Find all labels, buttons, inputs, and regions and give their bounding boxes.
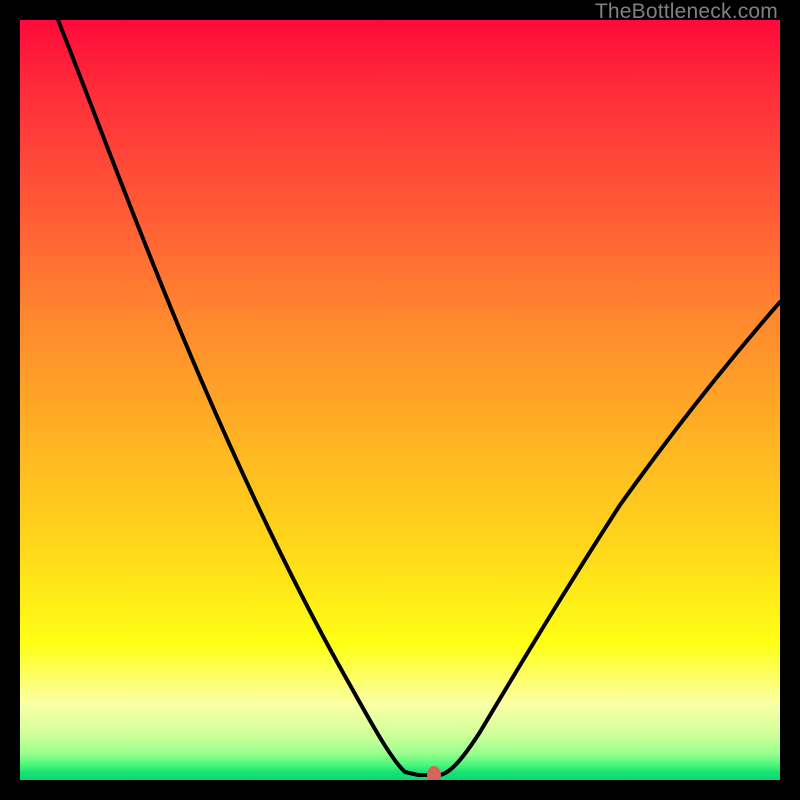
optimal-marker [427,766,441,780]
plot-area [20,20,780,780]
bottleneck-curve [20,20,780,780]
curve-path [58,20,780,775]
watermark-text: TheBottleneck.com [595,0,778,24]
chart-frame: TheBottleneck.com [0,0,800,800]
